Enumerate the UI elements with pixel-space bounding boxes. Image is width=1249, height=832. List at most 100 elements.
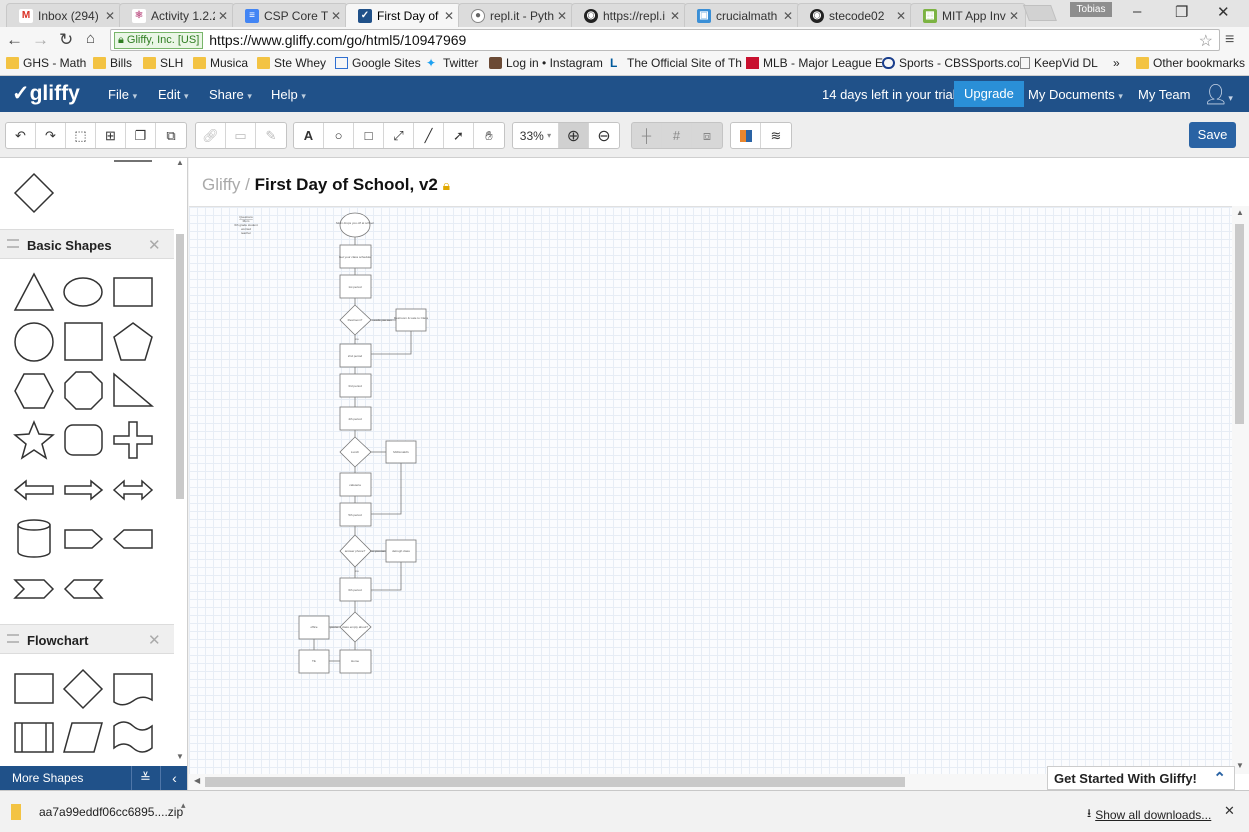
- tab-first-day[interactable]: ✓First Day of S✕: [345, 3, 461, 27]
- close-tab-icon[interactable]: ✕: [444, 9, 454, 23]
- breadcrumb-root[interactable]: Gliffy: [202, 175, 240, 194]
- send-back-icon[interactable]: ⧉: [156, 123, 186, 148]
- profile-chip[interactable]: Tobias: [1070, 2, 1112, 17]
- circle-shape[interactable]: [14, 322, 54, 362]
- bookmark-ghs-math[interactable]: GHS - Math: [6, 56, 86, 70]
- link-icon[interactable]: 🔗︎: [196, 123, 226, 148]
- scroll-up-icon[interactable]: ▲: [1236, 208, 1244, 217]
- flowchart-node-schedule[interactable]: Get your class schedule: [339, 244, 372, 269]
- tape-shape[interactable]: [113, 721, 153, 753]
- flowchart-node-2nd-period[interactable]: 2nd period: [339, 343, 372, 368]
- bookmark-star-icon[interactable]: ☆: [1199, 31, 1213, 51]
- grid-icon[interactable]: #: [662, 123, 692, 148]
- flowchart-node-detrugh-class[interactable]: detrugh class: [385, 539, 417, 563]
- bookmark-twitter[interactable]: ✦ Twitter: [426, 56, 478, 70]
- flowchart-decision-restroom[interactable]: Restroom?: [339, 304, 372, 336]
- flowchart-node-5th-period[interactable]: 5th period: [339, 502, 372, 527]
- forward-icon[interactable]: →: [32, 30, 49, 50]
- close-download-bar-icon[interactable]: ✕: [1224, 803, 1235, 819]
- flowchart-decision-answer-phone[interactable]: answer phone?: [339, 534, 372, 568]
- save-button[interactable]: Save: [1189, 122, 1236, 148]
- ellipse-tool-icon[interactable]: ○: [324, 123, 354, 148]
- chevron-left-shape[interactable]: [63, 579, 104, 599]
- close-library-icon[interactable]: ✕: [148, 236, 161, 254]
- text-tool-icon[interactable]: A: [294, 123, 324, 148]
- flowchart-decision-class-empty[interactable]: class empty about?: [339, 611, 372, 643]
- user-avatar-icon[interactable]: 👤︎▾: [1203, 82, 1233, 107]
- drag-handle-icon[interactable]: [7, 239, 19, 248]
- more-shapes-bar[interactable]: More Shapes ≚ ‹: [0, 766, 187, 790]
- guides-icon[interactable]: ┼: [632, 123, 662, 148]
- canvas-horizontal-thumb[interactable]: [205, 777, 905, 787]
- flowchart-node-restroom-late[interactable]: Restroom & Late to Class: [394, 308, 429, 332]
- pentagon-shape[interactable]: [113, 322, 153, 361]
- diamond-shape[interactable]: [13, 172, 55, 214]
- left-arrow-shape[interactable]: [13, 479, 54, 501]
- right-triangle-shape[interactable]: [113, 372, 155, 407]
- tab-stecode[interactable]: ◉ stecode02 ✕: [797, 3, 913, 27]
- my-team-link[interactable]: My Team: [1138, 87, 1191, 102]
- bookmark-slh[interactable]: SLH: [143, 56, 183, 70]
- tab-github-replit[interactable]: ◉ https://repl.i ✕: [571, 3, 687, 27]
- double-arrow-shape[interactable]: [112, 479, 154, 501]
- drawing-canvas[interactable]: Questions Mom 6th grade student worried …: [189, 206, 1232, 774]
- diagram-note[interactable]: Questions Mom 6th grade student worried …: [234, 215, 258, 235]
- scroll-down-icon[interactable]: ▼: [176, 752, 184, 761]
- menu-edit[interactable]: Edit ▾: [158, 87, 189, 102]
- process-shape[interactable]: [14, 673, 54, 704]
- bookmark-other[interactable]: Other bookmarks: [1136, 56, 1245, 70]
- bookmark-google-sites[interactable]: Google Sites: [335, 56, 421, 70]
- square-shape[interactable]: [64, 322, 103, 361]
- bookmark-dodgers[interactable]: L The Official Site of Th: [610, 56, 742, 70]
- new-tab-button[interactable]: [1023, 5, 1057, 21]
- data-shape[interactable]: [63, 722, 103, 753]
- close-tab-icon[interactable]: ✕: [896, 9, 906, 23]
- download-menu-icon[interactable]: ▴: [181, 800, 186, 811]
- minimize-icon[interactable]: –: [1133, 3, 1141, 20]
- tab-crucialmath[interactable]: ▣ crucialmath ✕: [684, 3, 800, 27]
- layers-icon[interactable]: ≋: [761, 123, 791, 148]
- drag-handle-icon[interactable]: [7, 634, 19, 643]
- rectangle-shape[interactable]: [113, 277, 153, 307]
- flowchart-node-1st-period[interactable]: 1st period: [339, 274, 372, 299]
- tab-replit[interactable]: ● repl.it - Pyth ✕: [458, 3, 574, 27]
- close-tab-icon[interactable]: ✕: [783, 9, 793, 23]
- zoom-out-icon[interactable]: ⊖: [589, 123, 619, 148]
- octagon-shape[interactable]: [64, 371, 103, 410]
- reload-icon[interactable]: ↻: [59, 30, 73, 50]
- snap-icon[interactable]: ⧈: [692, 123, 722, 148]
- zoom-select[interactable]: 33% ▾: [513, 123, 559, 148]
- omnibox[interactable]: 🔒︎ Gliffy, Inc. [US] https://www.gliffy.…: [110, 29, 1220, 51]
- flowchart-node-start[interactable]: Mom drops you off at school: [336, 212, 374, 238]
- scroll-up-icon[interactable]: ▲: [176, 158, 184, 167]
- themes-icon[interactable]: [731, 123, 761, 148]
- decision-shape[interactable]: [62, 668, 104, 710]
- bookmark-instagram[interactable]: Log in • Instagram: [489, 56, 603, 70]
- bookmark-cbs[interactable]: Sports - CBSSports.co: [882, 56, 1020, 70]
- close-tab-icon[interactable]: ✕: [331, 9, 341, 23]
- undo-icon[interactable]: ↶: [6, 123, 36, 148]
- ellipse-shape[interactable]: [63, 277, 103, 307]
- gliffy-logo[interactable]: ✓gliffy: [12, 81, 80, 106]
- flowchart-node-3rd-period[interactable]: 3rd period: [339, 373, 372, 398]
- flowchart-node-cafeteria[interactable]: cafeteria: [339, 472, 372, 497]
- flowchart-node-office[interactable]: office: [298, 615, 330, 640]
- close-tab-icon[interactable]: ✕: [218, 9, 228, 23]
- bookmark-bills[interactable]: Bills: [93, 56, 132, 70]
- document-title[interactable]: First Day of School, v2: [255, 175, 438, 194]
- flowchart-node-4th-period[interactable]: 4th period: [339, 406, 372, 431]
- redo-icon[interactable]: ↷: [36, 123, 66, 148]
- menu-share[interactable]: Share ▾: [209, 87, 252, 102]
- close-tab-icon[interactable]: ✕: [557, 9, 567, 23]
- menu-file[interactable]: File ▾: [108, 87, 137, 102]
- comment-icon[interactable]: ▭: [226, 123, 256, 148]
- pointer-tool-icon[interactable]: ➚: [444, 123, 474, 148]
- upgrade-button[interactable]: Upgrade: [954, 81, 1024, 107]
- library-header-basic-shapes[interactable]: Basic Shapes ✕: [0, 229, 174, 259]
- rounded-rectangle-shape[interactable]: [64, 424, 103, 456]
- line-tool-icon[interactable]: ╱: [414, 123, 444, 148]
- triangle-shape[interactable]: [13, 272, 55, 311]
- download-item[interactable]: aa7a99eddf06cc6895....zip ▴: [7, 799, 187, 825]
- scroll-down-icon[interactable]: ▼: [1236, 761, 1244, 770]
- zoom-in-icon[interactable]: ⊕: [559, 123, 589, 148]
